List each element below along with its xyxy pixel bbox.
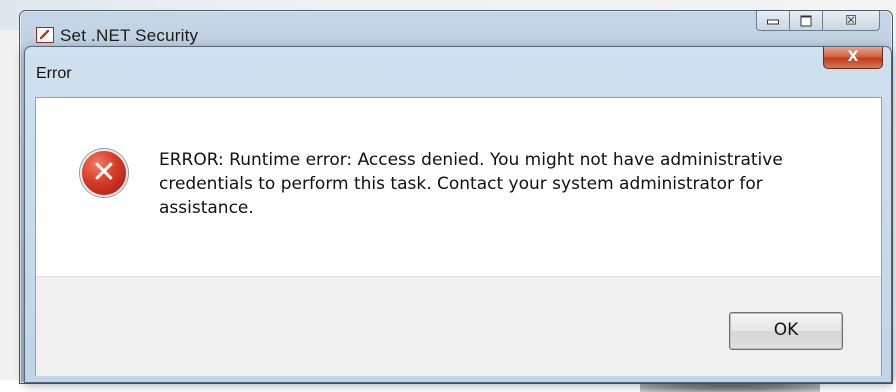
parent-window-title: Set .NET Security xyxy=(60,26,199,45)
app-icon xyxy=(36,27,54,43)
close-icon: ☒ xyxy=(845,13,857,28)
ok-button[interactable]: OK xyxy=(729,312,843,350)
minimize-icon xyxy=(767,19,779,25)
error-dialog: Error X ✕ ERROR: Runtime error: Access d… xyxy=(24,46,892,383)
error-x-glyph: ✕ xyxy=(91,155,117,190)
error-message: ERROR: Runtime error: Access denied. You… xyxy=(159,150,783,218)
maximize-icon xyxy=(800,15,812,26)
parent-close-button[interactable]: ☒ xyxy=(822,11,880,31)
minimize-button[interactable] xyxy=(756,11,790,31)
caption-buttons: ☒ xyxy=(756,11,880,33)
error-icon: ✕ xyxy=(80,149,128,197)
dialog-close-button[interactable]: X xyxy=(823,47,883,69)
dialog-title: Error xyxy=(36,65,72,82)
maximize-button[interactable] xyxy=(789,11,823,31)
dialog-footer: OK xyxy=(36,276,881,376)
dialog-client-area: ✕ ERROR: Runtime error: Access denied. Y… xyxy=(35,97,882,376)
